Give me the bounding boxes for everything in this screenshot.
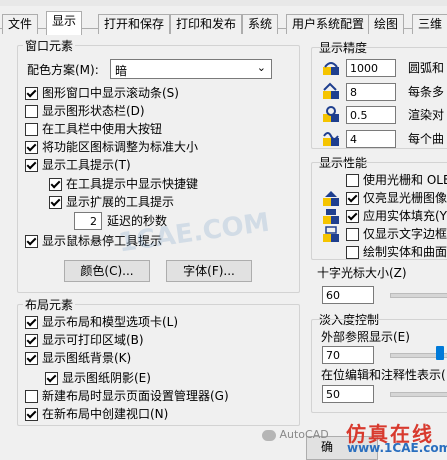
- show-tooltips-label: 显示工具提示(T): [42, 158, 131, 172]
- hover-tooltips-checkbox[interactable]: [25, 235, 38, 248]
- layout-tabs-checkbox[interactable]: [25, 316, 38, 329]
- fonts-button[interactable]: 字体(F)...: [166, 260, 252, 282]
- color-scheme-value: 暗: [115, 64, 128, 78]
- layout-elements-title: 布局元素: [23, 296, 76, 313]
- tab-plot-publish[interactable]: 打印和发布: [170, 14, 243, 34]
- wechat-watermark: AutoCAD: [262, 428, 329, 441]
- crosshair-size-label: 十字光标大小(Z): [317, 266, 407, 280]
- xref-display-label: 外部参照显示(E): [321, 330, 410, 344]
- xref-display-slider-thumb[interactable]: [436, 346, 444, 360]
- silhouettes-label: 绘制实体和曲面: [363, 245, 447, 259]
- chevron-down-icon: ⌄: [256, 61, 266, 74]
- xref-display-input[interactable]: 70: [322, 346, 374, 364]
- ribbon-icons-checkbox[interactable]: [25, 141, 38, 154]
- inplace-edit-input[interactable]: 50: [322, 385, 374, 403]
- crosshair-size-slider[interactable]: [390, 293, 447, 298]
- raster-ole-label: 使用光栅和 OLE: [363, 173, 447, 187]
- precision-icon-contour: [323, 132, 339, 146]
- tab-bar: 文件 显示 打开和保存 打印和发布 系统 用户系统配置 绘图 三维: [0, 6, 447, 35]
- ribbon-icons-label: 将功能区图标调整为标准大小: [42, 140, 199, 154]
- solid-fill-label: 应用实体填充(Y): [363, 209, 447, 223]
- tab-system[interactable]: 系统: [242, 14, 279, 34]
- tab-3d[interactable]: 三维: [412, 14, 447, 34]
- page-setup-manager-label: 新建布局时显示页面设置管理器(G): [42, 389, 229, 403]
- text-boundary-checkbox[interactable]: [346, 228, 359, 241]
- scrollbars-checkbox[interactable]: [25, 87, 38, 100]
- contour-lines-label: 每个曲: [408, 132, 445, 146]
- text-boundary-icon: [323, 226, 339, 242]
- shortcut-keys-checkbox[interactable]: [49, 178, 62, 191]
- tab-open-save[interactable]: 打开和保存: [98, 14, 171, 34]
- tab-display[interactable]: 显示: [46, 11, 83, 35]
- tab-drafting[interactable]: 绘图: [368, 14, 405, 34]
- layout-tabs-label: 显示布局和模型选项卡(L): [42, 315, 179, 329]
- create-viewport-checkbox[interactable]: [25, 408, 38, 421]
- polyline-segments-input[interactable]: 8: [346, 83, 396, 101]
- colors-button[interactable]: 颜色(C)...: [64, 260, 150, 282]
- highlight-raster-label: 仅亮显光栅图像: [363, 191, 447, 205]
- paper-shadow-checkbox[interactable]: [45, 372, 58, 385]
- printable-area-checkbox[interactable]: [25, 334, 38, 347]
- raster-ole-checkbox[interactable]: [346, 174, 359, 187]
- window-elements-title: 窗口元素: [23, 37, 76, 54]
- status-bar-label: 显示图形状态栏(D): [42, 104, 145, 118]
- solid-fill-checkbox[interactable]: [346, 210, 359, 223]
- polyline-segments-label: 每条多: [408, 85, 445, 99]
- solid-fill-icon: [323, 209, 339, 224]
- paper-background-label: 显示图纸背景(K): [42, 351, 132, 365]
- text-boundary-label: 仅显示文字边框: [363, 227, 447, 241]
- tab-file[interactable]: 文件: [2, 14, 39, 34]
- render-smoothness-input[interactable]: 0.5: [346, 106, 396, 124]
- color-scheme-label: 配色方案(M):: [27, 63, 99, 77]
- paper-shadow-label: 显示图纸阴影(E): [62, 371, 151, 385]
- arc-smoothness-label: 圆弧和: [408, 61, 445, 75]
- arc-smoothness-input[interactable]: 1000: [346, 59, 396, 77]
- tab-user-preferences[interactable]: 用户系统配置: [286, 14, 371, 34]
- create-viewport-label: 在新布局中创建视口(N): [42, 407, 169, 421]
- delay-seconds-input[interactable]: 2: [74, 212, 102, 230]
- wechat-icon: [262, 429, 276, 441]
- show-tooltips-checkbox[interactable]: [25, 159, 38, 172]
- contour-lines-input[interactable]: 4: [346, 130, 396, 148]
- precision-icon-polyline: [323, 82, 339, 99]
- precision-icon-render: [323, 106, 339, 122]
- color-scheme-select[interactable]: 暗 ⌄: [110, 59, 272, 79]
- wechat-watermark-text: AutoCAD: [279, 428, 329, 441]
- large-buttons-checkbox[interactable]: [25, 123, 38, 136]
- page-setup-manager-checkbox[interactable]: [25, 390, 38, 403]
- shortcut-keys-label: 在工具提示中显示快捷键: [66, 177, 199, 191]
- large-buttons-label: 在工具栏中使用大按钮: [42, 122, 163, 136]
- silhouettes-checkbox[interactable]: [346, 246, 359, 259]
- ok-button-label: 确: [321, 440, 334, 454]
- inplace-edit-slider[interactable]: [390, 392, 447, 397]
- highlight-raster-icon: [323, 191, 339, 206]
- render-smoothness-label: 渲染对: [408, 108, 445, 122]
- highlight-raster-checkbox[interactable]: [346, 192, 359, 205]
- precision-icon-arc: [323, 62, 339, 75]
- scrollbars-label: 图形窗口中显示滚动条(S): [42, 86, 179, 100]
- inplace-edit-label: 在位编辑和注释性表示(: [321, 368, 446, 382]
- paper-background-checkbox[interactable]: [25, 352, 38, 365]
- status-bar-checkbox[interactable]: [25, 105, 38, 118]
- crosshair-size-input[interactable]: 60: [322, 286, 374, 304]
- extended-tooltips-label: 显示扩展的工具提示: [66, 195, 175, 209]
- site-watermark-url: www.1CAE.com: [347, 441, 447, 455]
- printable-area-label: 显示可打印区域(B): [42, 333, 144, 347]
- extended-tooltips-checkbox[interactable]: [49, 196, 62, 209]
